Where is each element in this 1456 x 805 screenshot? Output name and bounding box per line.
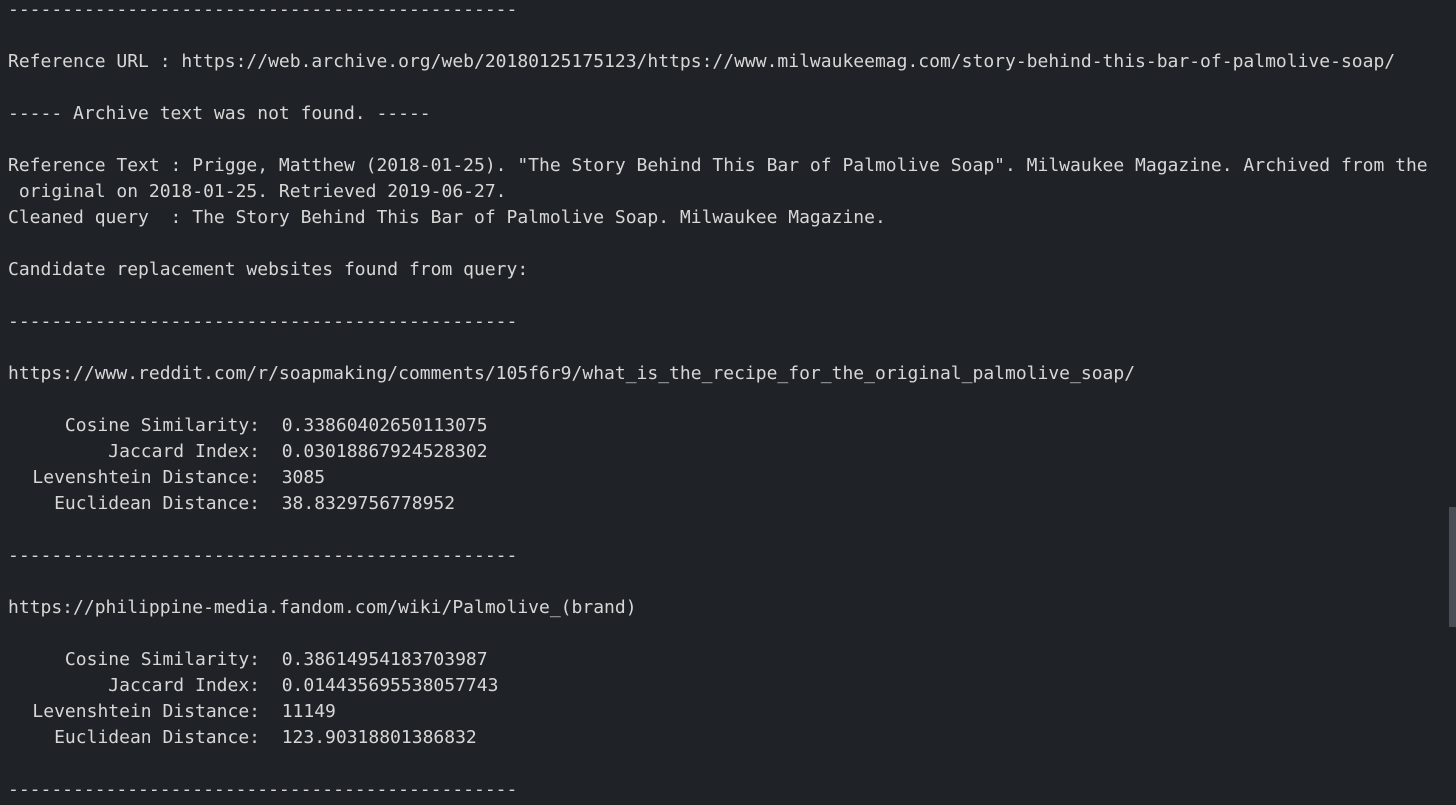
archive-notice: ----- Archive text was not found. ----- xyxy=(8,103,431,124)
reference-text-line1: Reference Text : Prigge, Matthew (2018-0… xyxy=(8,155,1428,176)
metric-row-cosine: Cosine Similarity: 0.38614954183703987 xyxy=(8,647,1448,673)
reference-text-line2: original on 2018-01-25. Retrieved 2019-0… xyxy=(8,181,507,202)
metric-value: 123.90318801386832 xyxy=(281,727,477,748)
metric-row-levenshtein: Levenshtein Distance: 3085 xyxy=(8,465,1448,491)
metric-label: Cosine Similarity: xyxy=(64,649,260,670)
metric-value: 0.38614954183703987 xyxy=(281,649,488,670)
metric-value: 3085 xyxy=(281,467,326,488)
separator-line: ----------------------------------------… xyxy=(8,0,518,20)
metric-row-jaccard: Jaccard Index: 0.014435695538057743 xyxy=(8,673,1448,699)
metric-row-euclidean: Euclidean Distance: 38.8329756778952 xyxy=(8,491,1448,517)
separator-line: ----------------------------------------… xyxy=(8,545,518,566)
reference-url: Reference URL : https://web.archive.org/… xyxy=(8,51,1396,72)
metric-label: Jaccard Index: xyxy=(108,441,260,462)
metric-label: Euclidean Distance: xyxy=(54,493,260,514)
metric-label: Jaccard Index: xyxy=(108,675,260,696)
metric-value: 0.014435695538057743 xyxy=(281,675,499,696)
scrollbar-thumb[interactable] xyxy=(1449,507,1456,627)
candidate-url[interactable]: https://philippine-media.fandom.com/wiki… xyxy=(8,595,1448,621)
metric-value: 0.33860402650113075 xyxy=(281,415,488,436)
cleaned-query: Cleaned query : The Story Behind This Ba… xyxy=(8,207,886,228)
metric-label: Euclidean Distance: xyxy=(54,727,260,748)
candidates-heading: Candidate replacement websites found fro… xyxy=(8,259,529,280)
metric-row-euclidean: Euclidean Distance: 123.90318801386832 xyxy=(8,725,1448,751)
metric-label: Levenshtein Distance: xyxy=(32,467,260,488)
metric-row-levenshtein: Levenshtein Distance: 11149 xyxy=(8,699,1448,725)
metric-row-cosine: Cosine Similarity: 0.33860402650113075 xyxy=(8,413,1448,439)
separator-line: ----------------------------------------… xyxy=(8,779,518,800)
metric-value: 38.8329756778952 xyxy=(281,493,456,514)
terminal-output: ----------------------------------------… xyxy=(0,0,1456,802)
candidate-url[interactable]: https://www.reddit.com/r/soapmaking/comm… xyxy=(8,361,1448,387)
metric-row-jaccard: Jaccard Index: 0.03018867924528302 xyxy=(8,439,1448,465)
metric-label: Cosine Similarity: xyxy=(64,415,260,436)
separator-line: ----------------------------------------… xyxy=(8,311,518,332)
metric-value: 11149 xyxy=(281,701,336,722)
metric-label: Levenshtein Distance: xyxy=(32,701,260,722)
metric-value: 0.03018867924528302 xyxy=(281,441,488,462)
